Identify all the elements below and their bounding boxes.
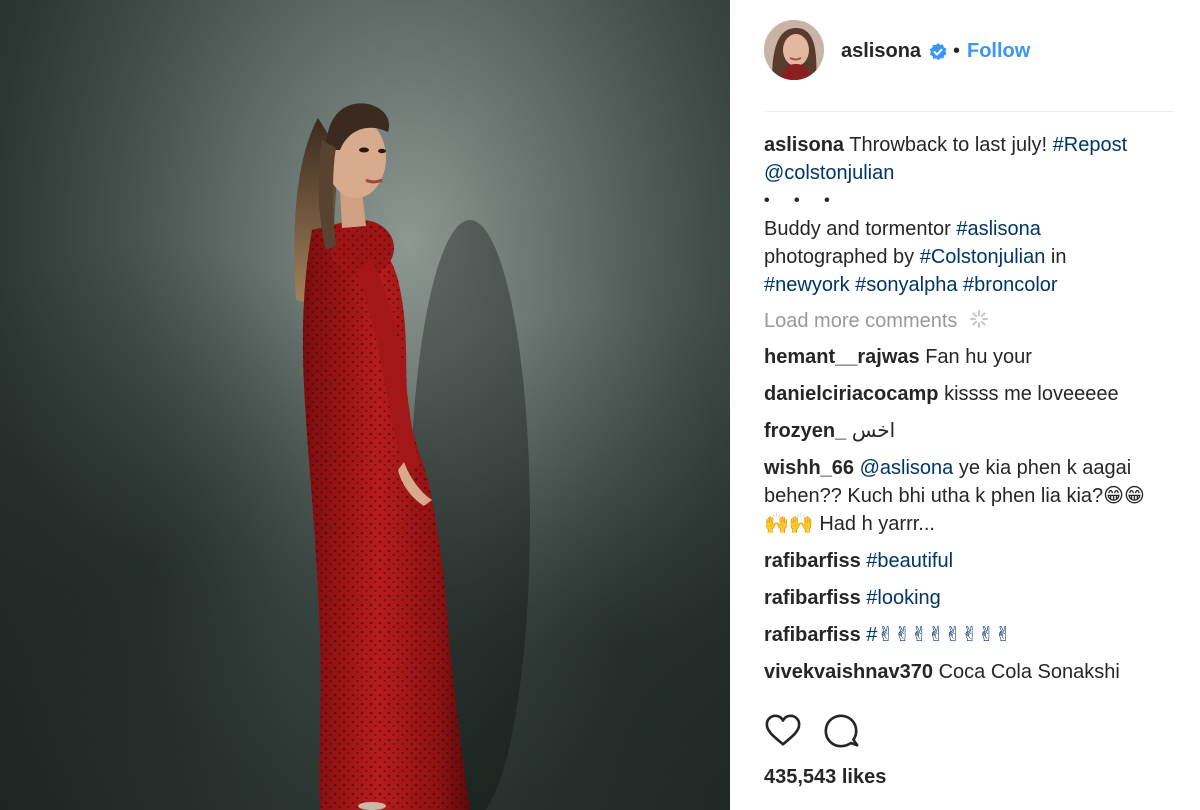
profile-photo-icon <box>764 20 824 80</box>
like-button[interactable] <box>764 712 806 754</box>
loading-spinner-icon <box>969 310 988 328</box>
post-photo[interactable] <box>0 0 730 810</box>
post-actions <box>764 712 1184 758</box>
comment-item: rafibarfiss #looking <box>764 580 1164 617</box>
comment-item: wishh_66 @aslisona ye kia phen k aagai b… <box>764 450 1164 543</box>
comment-item: hemant__rajwas Fan hu your <box>764 339 1164 376</box>
comment-button[interactable] <box>822 712 864 754</box>
comment-text: Fan hu your <box>925 346 1032 368</box>
caption-mention[interactable]: @colstonjulian <box>764 162 894 184</box>
photo-subject <box>294 103 530 810</box>
comment-text: اخس <box>851 420 896 442</box>
comment-hashtag[interactable]: #beautiful <box>866 550 953 572</box>
header-username[interactable]: aslisona <box>841 40 921 63</box>
caption-body: Buddy and tormentor #aslisona photograph… <box>764 215 1164 299</box>
header-separator: • <box>953 40 961 62</box>
comment-item: vivekvaishnav370 Coca Cola Sonakshi <box>764 654 1164 691</box>
comment-mention[interactable]: @aslisona <box>860 457 954 479</box>
comment-item: frozyen_ اخس <box>764 413 1164 450</box>
caption: aslisona Throwback to last july! #Repost… <box>764 131 1164 187</box>
comment-text: Coca Cola Sonakshi <box>938 661 1120 683</box>
caption-tag-sonyalpha[interactable]: #sonyalpha <box>855 274 957 296</box>
heart-icon <box>765 714 801 746</box>
avatar[interactable] <box>764 20 824 80</box>
post-header: aslisona • Follow <box>730 0 1200 110</box>
comment-username[interactable]: rafibarfiss <box>764 624 861 646</box>
comment-username[interactable]: rafibarfiss <box>764 550 861 572</box>
caption-line2-text: Buddy and tormentor <box>764 218 951 240</box>
comment-text: kissss me loveeeee <box>944 383 1119 405</box>
comment-username[interactable]: danielciriacocamp <box>764 383 939 405</box>
comment-item: danielciriacocamp kissss me loveeeee <box>764 376 1164 413</box>
instagram-post: aslisona • Follow aslisona Throwback to … <box>0 0 1200 810</box>
caption-tag-broncolor[interactable]: #broncolor <box>963 274 1058 296</box>
header-divider <box>764 111 1174 112</box>
comment-username[interactable]: frozyen_ <box>764 420 846 442</box>
caption-text: Throwback to last july! <box>849 134 1048 156</box>
follow-button[interactable]: Follow <box>967 40 1030 63</box>
comment-hashtag[interactable]: # <box>866 624 877 646</box>
caption-tag-newyork[interactable]: #newyork <box>764 274 850 296</box>
caption-line3-after: in <box>1050 246 1067 268</box>
post-sidebar: aslisona • Follow aslisona Throwback to … <box>730 0 1200 810</box>
likes-count[interactable]: 435,543 likes <box>764 766 886 789</box>
caption-line3-text: photographed by <box>764 246 915 268</box>
comment-text: ✌✌✌✌✌✌✌✌ <box>877 624 1012 646</box>
load-more-comments[interactable]: Load more comments <box>764 307 1164 335</box>
comment-username[interactable]: rafibarfiss <box>764 587 861 609</box>
comment-username[interactable]: wishh_66 <box>764 457 854 479</box>
comment-username[interactable]: hemant__rajwas <box>764 346 920 368</box>
caption-line3-tag[interactable]: #Colstonjulian <box>920 246 1046 268</box>
comment-hashtag[interactable]: #looking <box>866 587 941 609</box>
load-more-label: Load more comments <box>764 310 958 332</box>
caption-line2-tag[interactable]: #aslisona <box>956 218 1041 240</box>
caption-username[interactable]: aslisona <box>764 134 844 156</box>
caption-ellipsis: • • • <box>764 192 840 209</box>
caption-hashtag[interactable]: #Repost <box>1053 134 1128 156</box>
comments-list: aslisona Throwback to last july! #Repost… <box>764 131 1164 691</box>
comment-item: rafibarfiss #beautiful <box>764 543 1164 580</box>
comment-bubble-icon <box>824 714 859 748</box>
comment-item: rafibarfiss #✌✌✌✌✌✌✌✌ <box>764 617 1164 654</box>
verified-badge-icon <box>929 43 947 61</box>
comment-username[interactable]: vivekvaishnav370 <box>764 661 933 683</box>
